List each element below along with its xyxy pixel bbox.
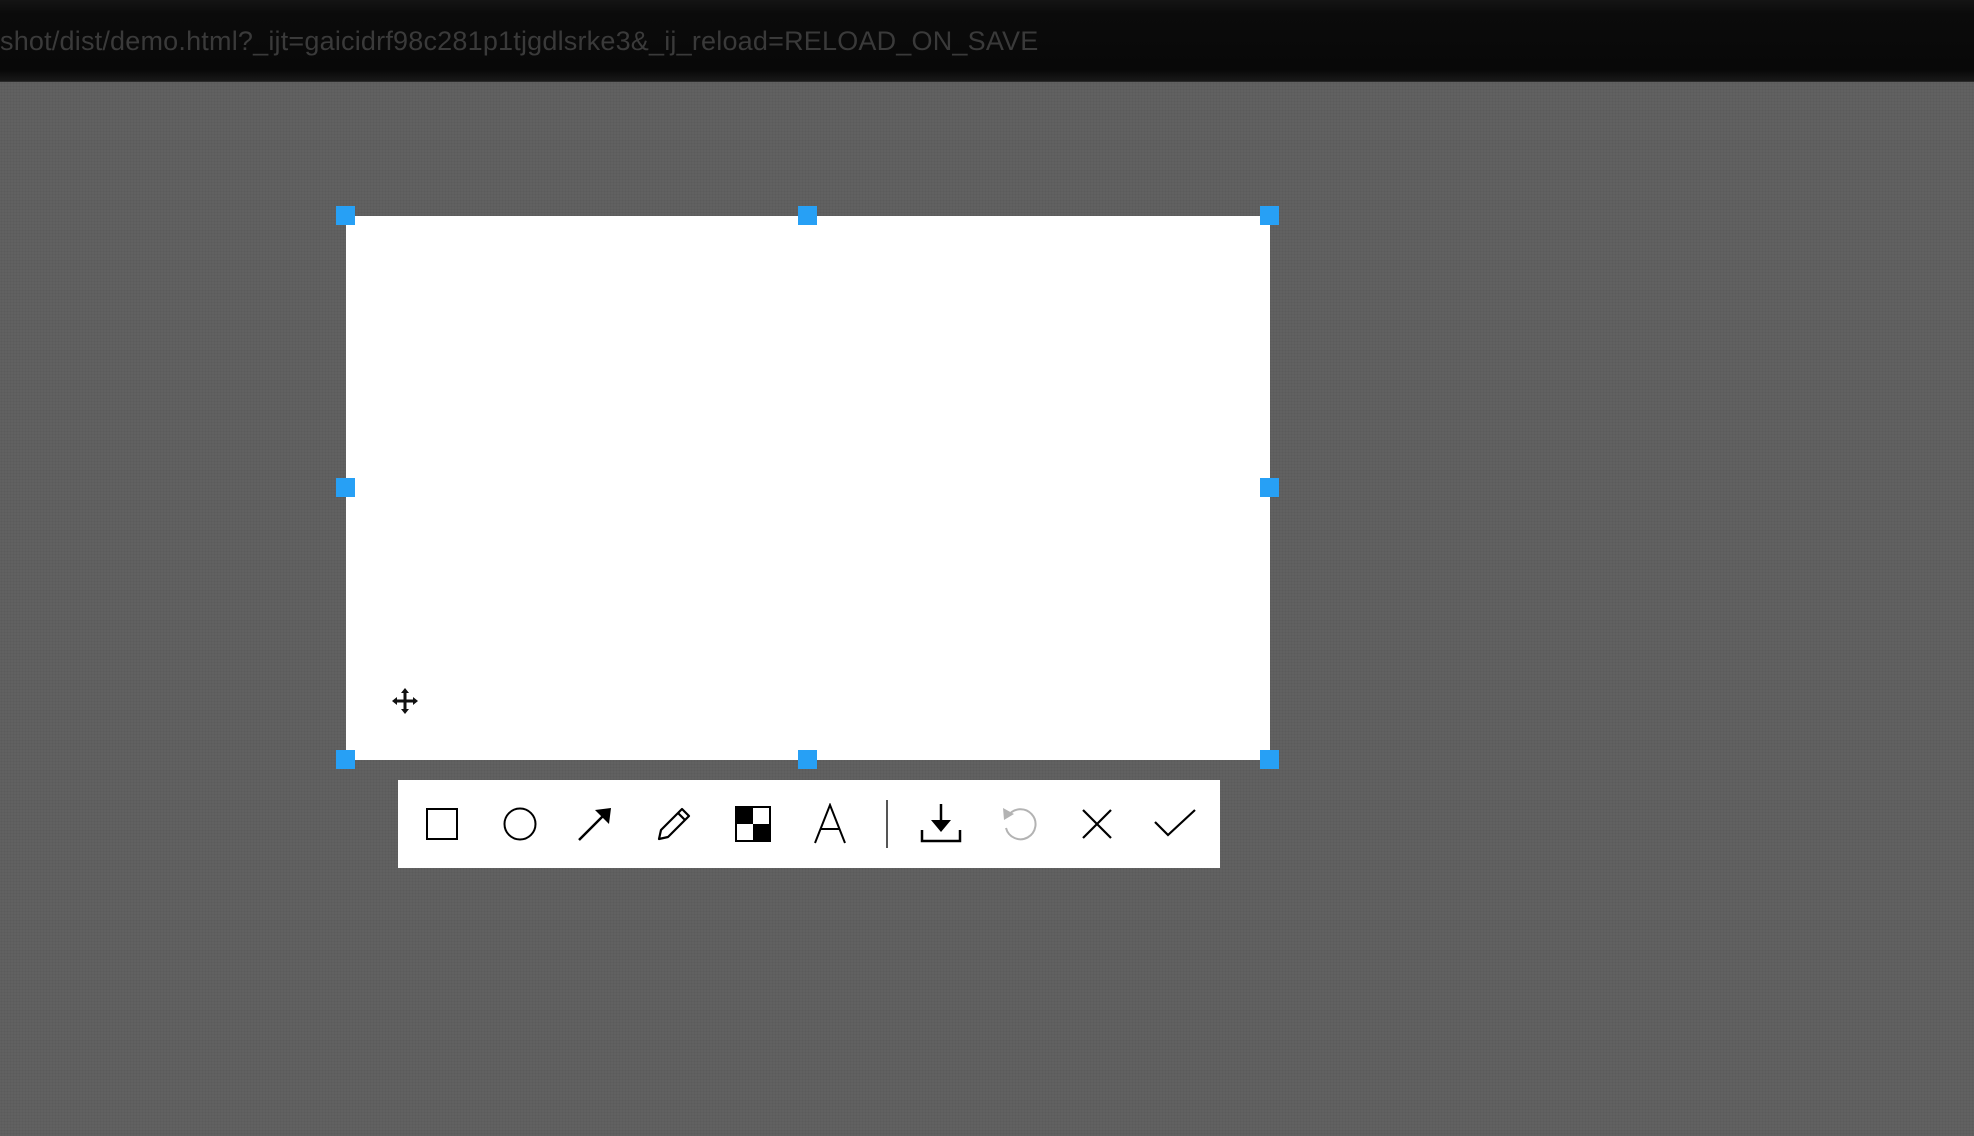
- resize-handle-top-right[interactable]: [1260, 206, 1279, 225]
- circle-icon: [502, 806, 538, 842]
- mosaic-icon: [734, 805, 772, 843]
- square-icon: [424, 806, 460, 842]
- rectangle-tool[interactable]: [409, 780, 475, 868]
- resize-handle-top-left[interactable]: [336, 206, 355, 225]
- download-icon: [919, 802, 963, 846]
- cancel-button[interactable]: [1064, 780, 1130, 868]
- resize-handle-right[interactable]: [1260, 478, 1279, 497]
- pencil-icon: [654, 804, 694, 844]
- text-icon: [812, 803, 848, 845]
- resize-handle-bottom-left[interactable]: [336, 750, 355, 769]
- pen-tool[interactable]: [641, 780, 707, 868]
- address-bar: shot/dist/demo.html?_ijt=gaicidrf98c281p…: [0, 0, 1974, 82]
- undo-icon: [1000, 804, 1040, 844]
- annotation-toolbar: [398, 780, 1220, 868]
- capture-selection[interactable]: [346, 216, 1270, 760]
- undo-button[interactable]: [987, 780, 1053, 868]
- resize-handle-bottom-right[interactable]: [1260, 750, 1279, 769]
- close-icon: [1079, 806, 1115, 842]
- resize-handle-left[interactable]: [336, 478, 355, 497]
- mosaic-tool[interactable]: [720, 780, 786, 868]
- resize-handle-bottom[interactable]: [798, 750, 817, 769]
- move-cursor-icon: [390, 686, 420, 716]
- resize-handle-top[interactable]: [798, 206, 817, 225]
- ellipse-tool[interactable]: [487, 780, 553, 868]
- toolbar-divider: [886, 800, 888, 848]
- text-tool[interactable]: [797, 780, 863, 868]
- confirm-button[interactable]: [1142, 780, 1208, 868]
- url-text: shot/dist/demo.html?_ijt=gaicidrf98c281p…: [0, 26, 1038, 57]
- download-button[interactable]: [908, 780, 974, 868]
- arrow-icon: [575, 804, 615, 844]
- check-icon: [1153, 808, 1197, 840]
- arrow-tool[interactable]: [562, 780, 628, 868]
